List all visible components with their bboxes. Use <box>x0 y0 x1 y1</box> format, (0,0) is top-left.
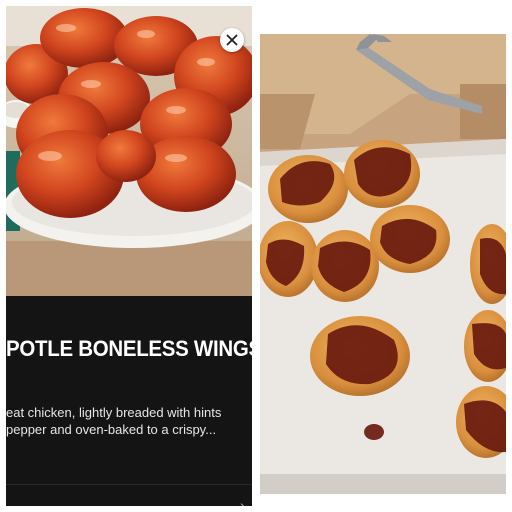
actual-wings-photo <box>260 34 506 494</box>
product-description: eat chicken, lightly breaded with hints … <box>6 404 252 438</box>
boneless-wings-photo <box>6 6 252 296</box>
description-line: eat chicken, lightly breaded with hints <box>6 405 222 420</box>
description-line: pepper and oven-baked to a crispy... <box>6 422 217 437</box>
chevron-right-icon[interactable]: › <box>240 498 245 506</box>
close-button[interactable] <box>220 28 244 52</box>
close-icon <box>226 34 238 46</box>
divider <box>6 484 252 485</box>
promo-card: POTLE BONELESS WINGS eat chicken, lightl… <box>6 6 252 506</box>
product-title: POTLE BONELESS WINGS <box>6 336 252 361</box>
